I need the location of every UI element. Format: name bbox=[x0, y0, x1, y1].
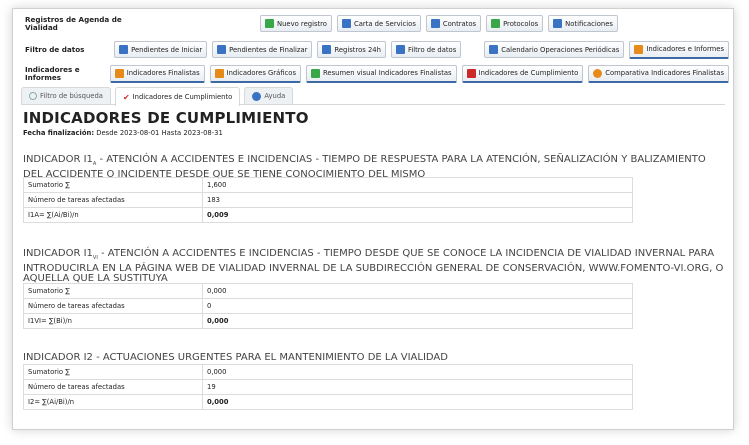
help-icon bbox=[252, 91, 262, 101]
table-row: Sumatorio ∑ 0,000 bbox=[23, 364, 633, 380]
table-row: Número de tareas afectadas 0 bbox=[23, 298, 633, 314]
final-indicators-button[interactable]: Indicadores Finalistas bbox=[109, 64, 205, 83]
table-row: I1A= ∑(Ai/Bi)/n 0,009 bbox=[23, 207, 633, 223]
document-icon bbox=[430, 19, 440, 28]
pie-chart-icon bbox=[593, 68, 603, 78]
bar-chart-icon bbox=[634, 44, 644, 54]
pending-start-button[interactable]: Pendientes de Iniciar bbox=[114, 41, 208, 58]
data-filter-button[interactable]: Filtro de datos bbox=[390, 41, 462, 58]
traffic-light-icon bbox=[311, 68, 320, 78]
table-row: Sumatorio ∑ 1,600 bbox=[23, 177, 633, 193]
stop-icon bbox=[217, 45, 227, 54]
menu-row-registros: Registros de Agenda de Vialidad Nuevo re… bbox=[17, 13, 729, 34]
plus-icon bbox=[265, 19, 275, 28]
search-icon bbox=[395, 45, 405, 54]
menu-row-label: Indicadores e Informes bbox=[25, 64, 80, 82]
pending-finish-button[interactable]: Pendientes de Finalizar bbox=[212, 41, 313, 58]
mail-icon bbox=[553, 19, 563, 28]
table-row: Número de tareas afectadas 183 bbox=[23, 192, 633, 208]
records-24h-button[interactable]: Registros 24h bbox=[317, 41, 386, 58]
date-range: Fecha finalización: Desde 2023-08-01 Has… bbox=[23, 129, 223, 137]
indicator-heading: INDICADOR I1VI - ATENCIÓN A ACCIDENTES E… bbox=[23, 248, 724, 284]
comparative-indicators-button[interactable]: Comparativa Indicadores Finalistas bbox=[588, 64, 729, 83]
clock-icon bbox=[322, 45, 332, 54]
percent-icon bbox=[114, 68, 124, 78]
indicator-table: Sumatorio ∑ 0,000 Número de tareas afecta… bbox=[23, 283, 633, 329]
graphic-indicators-button[interactable]: Indicadores Gráficos bbox=[209, 64, 301, 83]
table-row: I2= ∑(Ai/Bi)/n 0,000 bbox=[23, 394, 633, 410]
table-row: I1VI= ∑(Bi)/n 0,000 bbox=[23, 313, 633, 329]
menu-row-filtro: Filtro de datos Pendientes de Iniciar Pe… bbox=[17, 39, 729, 60]
indicators-reports-button[interactable]: Indicadores e Informes bbox=[629, 40, 729, 59]
service-charter-button[interactable]: Carta de Servicios bbox=[336, 15, 421, 32]
new-record-button[interactable]: Nuevo registro bbox=[260, 15, 332, 32]
tab-bar: Filtro de búsqueda ✔ Indicadores de Cumpl… bbox=[21, 87, 725, 106]
checkmark-icon: ✔ bbox=[122, 92, 130, 102]
tab-search-filter[interactable]: Filtro de búsqueda bbox=[21, 87, 111, 104]
checkmark-icon bbox=[466, 68, 476, 78]
menu-row-label: Filtro de datos bbox=[25, 44, 85, 54]
bar-chart-icon bbox=[214, 68, 224, 78]
menu-row-indicadores: Indicadores e Informes Indicadores Final… bbox=[17, 63, 729, 84]
tab-compliance-indicators[interactable]: ✔ Indicadores de Cumplimiento bbox=[114, 87, 241, 106]
hierarchy-icon bbox=[491, 19, 501, 28]
tab-help[interactable]: Ayuda bbox=[244, 87, 294, 104]
visual-summary-button[interactable]: Resumen visual Indicadores Finalistas bbox=[306, 64, 457, 83]
indicator-table: Sumatorio ∑ 0,000 Número de tareas afecta… bbox=[23, 364, 633, 410]
book-icon bbox=[341, 19, 351, 28]
compliance-indicators-button[interactable]: Indicadores de Cumplimiento bbox=[461, 64, 584, 83]
contracts-button[interactable]: Contratos bbox=[425, 15, 482, 32]
indicator-table: Sumatorio ∑ 1,600 Número de tareas afecta… bbox=[23, 177, 633, 223]
table-row: Sumatorio ∑ 0,000 bbox=[23, 283, 633, 299]
calendar-icon bbox=[489, 45, 499, 54]
periodic-calendar-button[interactable]: Calendario Operaciones Periódicas bbox=[484, 41, 625, 58]
page-title: INDICADORES DE CUMPLIMIENTO bbox=[23, 109, 309, 127]
app-window: Registros de Agenda de Vialidad Nuevo re… bbox=[12, 8, 734, 430]
notifications-button[interactable]: Notificaciones bbox=[548, 15, 618, 32]
protocols-button[interactable]: Protocolos bbox=[486, 15, 544, 32]
menu-row-label: Registros de Agenda de Vialidad bbox=[25, 14, 122, 32]
table-row: Número de tareas afectadas 19 bbox=[23, 379, 633, 395]
play-icon bbox=[119, 45, 129, 54]
search-icon bbox=[29, 92, 37, 100]
